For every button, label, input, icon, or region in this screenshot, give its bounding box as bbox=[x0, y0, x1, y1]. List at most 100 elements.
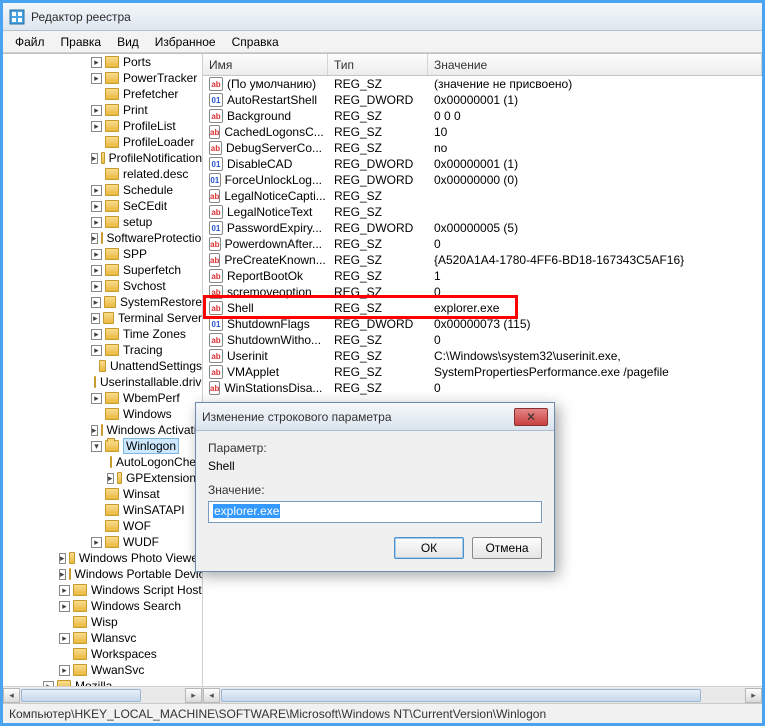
value-row[interactable]: abWinStationsDisa...REG_SZ0 bbox=[203, 380, 762, 396]
column-name[interactable]: Имя bbox=[203, 54, 328, 75]
tree-item[interactable]: ▸Windows Script Host bbox=[3, 582, 202, 598]
tree-item[interactable]: Winsat bbox=[3, 486, 202, 502]
tree-toggle-icon[interactable]: ▸ bbox=[91, 73, 102, 84]
tree-toggle-icon[interactable]: ▸ bbox=[91, 425, 98, 436]
tree-toggle-icon[interactable]: ▾ bbox=[91, 441, 102, 452]
value-row[interactable]: 01AutoRestartShellREG_DWORD0x00000001 (1… bbox=[203, 92, 762, 108]
menu-правка[interactable]: Правка bbox=[53, 33, 110, 51]
value-row[interactable]: 01DisableCADREG_DWORD0x00000001 (1) bbox=[203, 156, 762, 172]
tree-toggle-icon[interactable]: ▸ bbox=[91, 185, 102, 196]
menu-избранное[interactable]: Избранное bbox=[147, 33, 224, 51]
value-input[interactable]: explorer.exe bbox=[208, 501, 542, 523]
tree-item[interactable]: ▸Print bbox=[3, 102, 202, 118]
tree-item[interactable]: ▸Superfetch bbox=[3, 262, 202, 278]
tree-toggle-icon[interactable]: ▸ bbox=[59, 553, 66, 564]
tree-toggle-icon[interactable]: ▸ bbox=[91, 313, 100, 324]
tree-item[interactable]: ▸Tracing bbox=[3, 342, 202, 358]
scroll-right-arrow-icon[interactable]: ▸ bbox=[745, 688, 762, 703]
value-row[interactable]: abCachedLogonsC...REG_SZ10 bbox=[203, 124, 762, 140]
tree-item[interactable]: ▸WbemPerf bbox=[3, 390, 202, 406]
cancel-button[interactable]: Отмена bbox=[472, 537, 542, 559]
tree-item[interactable]: ▸SoftwareProtectionPlatform bbox=[3, 230, 202, 246]
column-type[interactable]: Тип bbox=[328, 54, 428, 75]
tree-item[interactable]: ▸SPP bbox=[3, 246, 202, 262]
dialog-titlebar[interactable]: Изменение строкового параметра ✕ bbox=[196, 403, 554, 431]
close-button[interactable]: ✕ bbox=[514, 408, 548, 426]
tree-item[interactable]: ▸ProfileNotification bbox=[3, 150, 202, 166]
tree-item[interactable]: Wisp bbox=[3, 614, 202, 630]
value-row[interactable]: abBackgroundREG_SZ0 0 0 bbox=[203, 108, 762, 124]
tree-toggle-icon[interactable]: ▸ bbox=[91, 121, 102, 132]
value-row[interactable]: abLegalNoticeTextREG_SZ bbox=[203, 204, 762, 220]
tree-scroll[interactable]: ▸Ports▸PowerTrackerPrefetcher▸Print▸Prof… bbox=[3, 54, 202, 703]
tree-toggle-icon[interactable]: ▸ bbox=[59, 601, 70, 612]
tree-item[interactable]: ▸Svchost bbox=[3, 278, 202, 294]
list-hscrollbar[interactable]: ◂ ▸ bbox=[203, 686, 762, 703]
tree-item[interactable]: Userinstallable.drivers bbox=[3, 374, 202, 390]
value-row[interactable]: abReportBootOkREG_SZ1 bbox=[203, 268, 762, 284]
tree-item[interactable]: WOF bbox=[3, 518, 202, 534]
scroll-track[interactable] bbox=[20, 688, 185, 703]
tree-item[interactable]: ▸Schedule bbox=[3, 182, 202, 198]
scroll-thumb[interactable] bbox=[221, 689, 701, 702]
tree-item[interactable]: ▸SystemRestore bbox=[3, 294, 202, 310]
tree-item[interactable]: UnattendSettings bbox=[3, 358, 202, 374]
scroll-left-arrow-icon[interactable]: ◂ bbox=[203, 688, 220, 703]
tree-item[interactable]: WinSATAPI bbox=[3, 502, 202, 518]
scroll-left-arrow-icon[interactable]: ◂ bbox=[3, 688, 20, 703]
tree-toggle-icon[interactable]: ▸ bbox=[59, 665, 70, 676]
tree-toggle-icon[interactable]: ▸ bbox=[91, 281, 102, 292]
tree-toggle-icon[interactable]: ▸ bbox=[91, 233, 98, 244]
column-value[interactable]: Значение bbox=[428, 54, 762, 75]
tree-item[interactable]: AutoLogonChecked bbox=[3, 454, 202, 470]
tree-item[interactable]: Prefetcher bbox=[3, 86, 202, 102]
tree-item[interactable]: Workspaces bbox=[3, 646, 202, 662]
value-row[interactable]: abShutdownWitho...REG_SZ0 bbox=[203, 332, 762, 348]
value-row[interactable]: abscremoveoptionREG_SZ0 bbox=[203, 284, 762, 300]
value-row[interactable]: abShellREG_SZexplorer.exe bbox=[203, 300, 762, 316]
tree-item[interactable]: ▸ProfileList bbox=[3, 118, 202, 134]
tree-item[interactable]: ProfileLoader bbox=[3, 134, 202, 150]
tree-item[interactable]: ▸Windows Activation Technologies bbox=[3, 422, 202, 438]
value-row[interactable]: abPowerdownAfter...REG_SZ0 bbox=[203, 236, 762, 252]
tree-item[interactable]: related.desc bbox=[3, 166, 202, 182]
tree-item[interactable]: ▸WUDF bbox=[3, 534, 202, 550]
tree-toggle-icon[interactable]: ▸ bbox=[91, 249, 102, 260]
menu-вид[interactable]: Вид bbox=[109, 33, 147, 51]
tree-item[interactable]: ▸GPExtensions bbox=[3, 470, 202, 486]
value-row[interactable]: 01PasswordExpiry...REG_DWORD0x00000005 (… bbox=[203, 220, 762, 236]
value-row[interactable]: abLegalNoticeCapti...REG_SZ bbox=[203, 188, 762, 204]
value-row[interactable]: abPreCreateKnown...REG_SZ{A520A1A4-1780-… bbox=[203, 252, 762, 268]
value-row[interactable]: abUserinitREG_SZC:\Windows\system32\user… bbox=[203, 348, 762, 364]
tree-item[interactable]: ▸Ports bbox=[3, 54, 202, 70]
value-row[interactable]: ab(По умолчанию)REG_SZ(значение не присв… bbox=[203, 76, 762, 92]
tree-item[interactable]: ▸Windows Portable Devices bbox=[3, 566, 202, 582]
tree-hscrollbar[interactable]: ◂ ▸ bbox=[3, 686, 202, 703]
tree-item[interactable]: ▸Windows Photo Viewer bbox=[3, 550, 202, 566]
tree-toggle-icon[interactable]: ▸ bbox=[91, 329, 102, 340]
tree-item[interactable]: ▸Wlansvc bbox=[3, 630, 202, 646]
scroll-thumb[interactable] bbox=[21, 689, 141, 702]
menu-справка[interactable]: Справка bbox=[224, 33, 287, 51]
tree-toggle-icon[interactable]: ▸ bbox=[59, 585, 70, 596]
tree-toggle-icon[interactable]: ▸ bbox=[91, 153, 98, 164]
tree-item[interactable]: ▸WwanSvc bbox=[3, 662, 202, 678]
tree-toggle-icon[interactable]: ▸ bbox=[59, 633, 70, 644]
tree-toggle-icon[interactable]: ▸ bbox=[91, 105, 102, 116]
tree-toggle-icon[interactable]: ▸ bbox=[59, 569, 66, 580]
tree-toggle-icon[interactable]: ▸ bbox=[91, 217, 102, 228]
tree-item[interactable]: ▾Winlogon bbox=[3, 438, 202, 454]
value-row[interactable]: 01ShutdownFlagsREG_DWORD0x00000073 (115) bbox=[203, 316, 762, 332]
value-row[interactable]: 01ForceUnlockLog...REG_DWORD0x00000000 (… bbox=[203, 172, 762, 188]
tree-toggle-icon[interactable]: ▸ bbox=[91, 201, 102, 212]
tree-toggle-icon[interactable]: ▸ bbox=[91, 265, 102, 276]
value-row[interactable]: abDebugServerCo...REG_SZno bbox=[203, 140, 762, 156]
tree-toggle-icon[interactable]: ▸ bbox=[91, 537, 102, 548]
scroll-right-arrow-icon[interactable]: ▸ bbox=[185, 688, 202, 703]
tree-toggle-icon[interactable]: ▸ bbox=[91, 393, 102, 404]
scroll-track[interactable] bbox=[220, 688, 745, 703]
menu-файл[interactable]: Файл bbox=[7, 33, 53, 51]
tree-toggle-icon[interactable]: ▸ bbox=[91, 57, 102, 68]
tree-item[interactable]: ▸setup bbox=[3, 214, 202, 230]
value-row[interactable]: abVMAppletREG_SZSystemPropertiesPerforma… bbox=[203, 364, 762, 380]
